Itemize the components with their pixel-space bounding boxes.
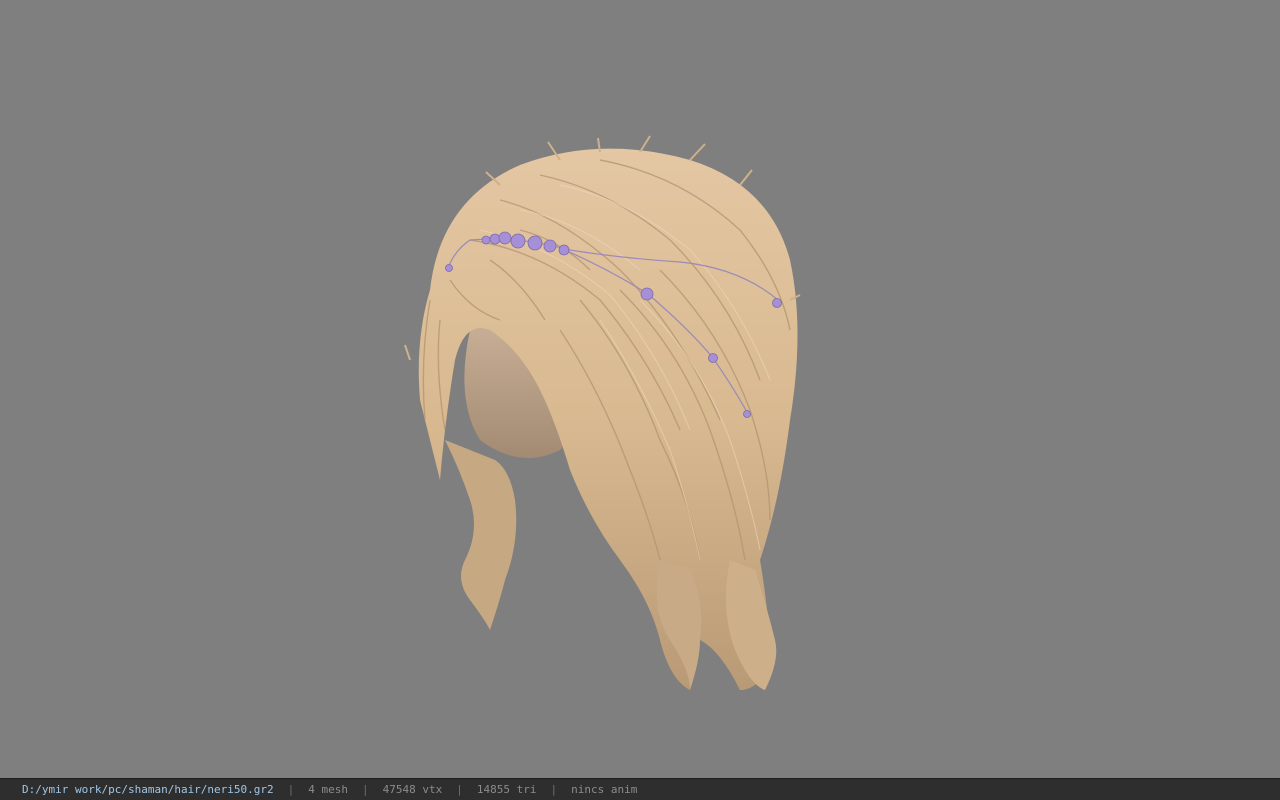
mesh-count: 4 mesh: [308, 783, 349, 796]
3d-viewport[interactable]: [0, 0, 1280, 778]
triangle-count: 14855 tri: [476, 783, 537, 796]
file-path: D:/ymir work/pc/shaman/hair/neri50.gr2: [22, 783, 274, 796]
vertex-count: 47548 vtx: [382, 783, 443, 796]
animation-status: nincs anim: [571, 783, 638, 796]
separator: |: [550, 783, 558, 796]
status-bar: D:/ymir work/pc/shaman/hair/neri50.gr2 |…: [0, 778, 1280, 800]
separator: |: [362, 783, 369, 796]
separator: |: [456, 783, 463, 796]
hair-model-icon: [404, 135, 801, 691]
separator: |: [287, 783, 295, 796]
